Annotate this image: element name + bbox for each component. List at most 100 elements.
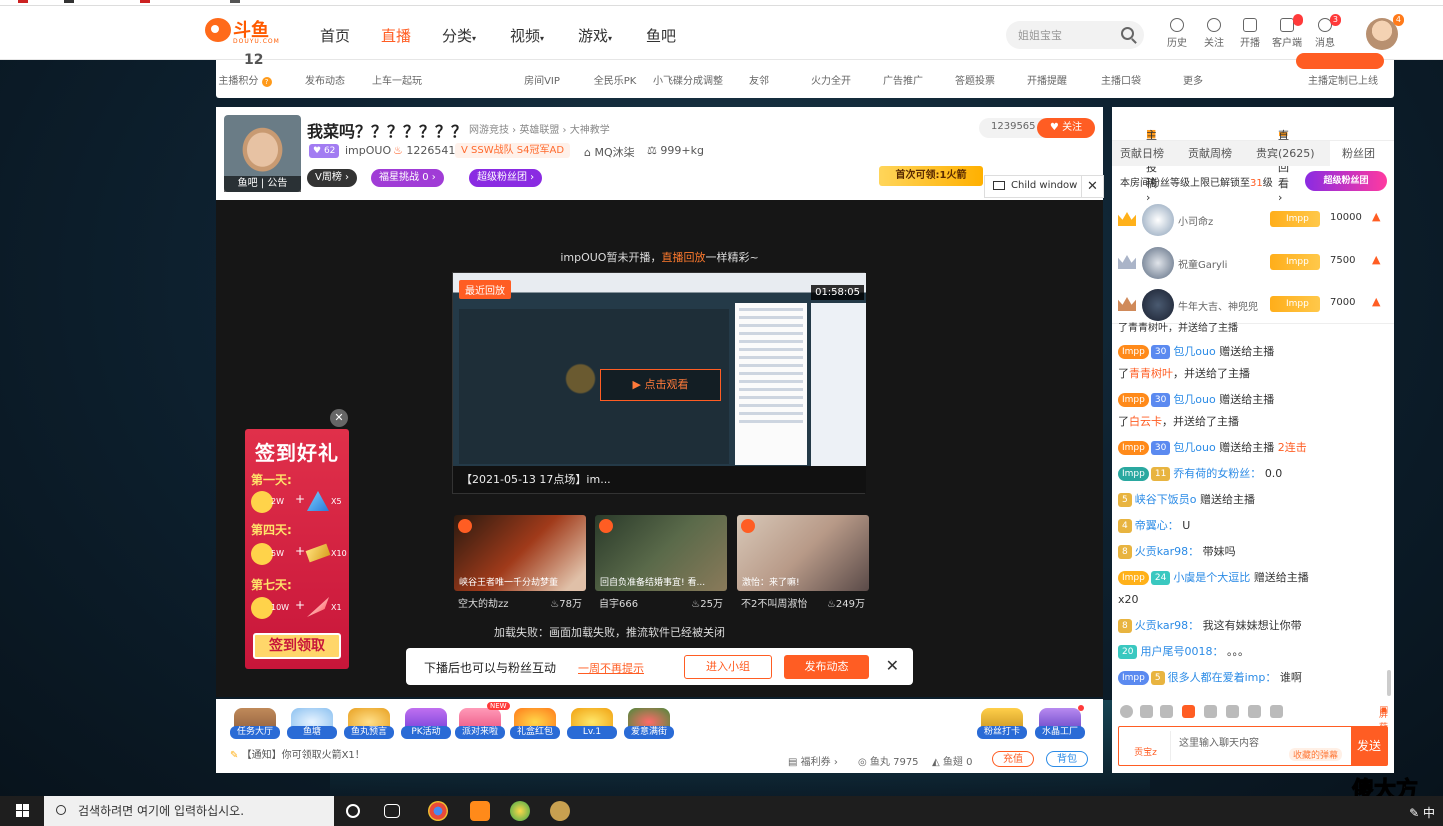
backpack-button[interactable]: 背包 — [1046, 751, 1088, 767]
child-window-bar[interactable]: Child window ✕ — [984, 175, 1104, 198]
dismiss-week-link[interactable]: 一周不再提示 — [578, 660, 644, 676]
weekly-rank-pill[interactable]: V周榜 › — [307, 169, 358, 187]
chat-username[interactable]: 包几ouo — [1173, 393, 1215, 406]
search-icon[interactable] — [1121, 27, 1134, 40]
user-avatar[interactable]: 4 — [1366, 14, 1404, 50]
chat-username[interactable]: 乔有荷的女粉丝： — [1173, 467, 1261, 480]
tab-daily-contribution[interactable]: 贡献日榜 — [1120, 145, 1164, 161]
level-button[interactable]: Lv.1 — [567, 708, 617, 739]
tool-more[interactable]: 更多 — [1158, 72, 1228, 87]
history-button[interactable]: 历史 — [1159, 18, 1195, 49]
taskbar-search[interactable]: 검색하려면 여기에 입력하십시오. — [44, 796, 334, 826]
first-gift-banner[interactable]: 首次可领:1火箭 — [879, 166, 983, 186]
tool-play-together[interactable]: 上车一起玩 — [362, 72, 432, 87]
chat-username[interactable]: 火贡kar98： — [1135, 545, 1199, 558]
tool-icon[interactable] — [1226, 705, 1239, 718]
start-broadcast-button[interactable]: 开播 — [1232, 18, 1268, 49]
task-view-icon[interactable] — [346, 804, 360, 818]
league-icon[interactable] — [550, 801, 570, 821]
party-button[interactable]: 派对来啦 NEW — [455, 702, 510, 739]
nav-category[interactable]: 分类▾ — [442, 25, 476, 46]
post-feed-button[interactable]: 发布动态 — [784, 655, 869, 679]
join-group-button[interactable]: 进入小组 — [684, 655, 772, 679]
tool-room-vip[interactable]: 房间VIP — [507, 72, 577, 87]
chat-input-box[interactable]: 贡宝z 这里输入聊天内容 收藏的弹幕 发送 — [1118, 726, 1388, 766]
tool-anchor-score[interactable]: 主播积分 ? — [210, 72, 280, 87]
tool-icon[interactable] — [1204, 705, 1217, 718]
nav-home[interactable]: 首页 — [320, 25, 350, 46]
tool-ufo-share[interactable]: 小飞碟分成调整 — [652, 72, 724, 87]
barrage-style-selector[interactable]: 贡宝z — [1121, 731, 1171, 761]
lucky-star-pill[interactable]: 福星挑战 0 › — [371, 169, 444, 187]
multitask-icon[interactable] — [384, 804, 400, 818]
mail-icon[interactable] — [1140, 705, 1153, 718]
chat-username[interactable]: 小虞是个大逗比 — [1173, 571, 1250, 584]
chat-username[interactable]: 包几ouo — [1173, 441, 1215, 454]
tool-quiz-vote[interactable]: 答题投票 — [940, 72, 1010, 87]
chrome-icon[interactable] — [428, 801, 448, 821]
tool-full-power[interactable]: 火力全开 — [796, 72, 866, 87]
chat-username[interactable]: 很多人都在爱着imp： — [1168, 671, 1277, 684]
recommended-stream-2[interactable]: 回自负准备结婚事宜! 看... 自宇666 ♨25万 — [595, 515, 727, 610]
send-button[interactable]: 发送 — [1351, 727, 1387, 765]
client-button[interactable]: 客户端 — [1269, 14, 1305, 49]
speaker-icon[interactable] — [1160, 705, 1173, 718]
tool-post-feed[interactable]: 发布动态 — [290, 72, 360, 87]
recommended-stream-3[interactable]: 激怡：来了嘛! 不2不叫周淑怡 ♨249万 — [737, 515, 869, 610]
yuwan-prophecy-button[interactable]: 鱼丸预言 — [344, 708, 394, 739]
douyu-app-icon[interactable] — [470, 801, 490, 821]
recharge-button[interactable]: 充值 — [992, 751, 1034, 767]
crown-icon[interactable] — [1182, 705, 1195, 718]
tool-icon[interactable] — [1248, 705, 1261, 718]
replay-card[interactable]: 最近回放 01:58:05 ▶ 点击观看 【2021-05-13 17点场】im… — [452, 272, 866, 494]
tool-icon[interactable] — [1270, 705, 1283, 718]
search-box[interactable]: 姐姐宝宝 — [1006, 21, 1144, 49]
chat-username[interactable]: 帝翼心： — [1135, 519, 1179, 532]
chat-username[interactable]: 用户尾号0018： — [1140, 645, 1223, 658]
nav-live[interactable]: 直播 — [381, 25, 411, 46]
ime-indicator[interactable]: ✎ 中 — [1409, 804, 1435, 821]
welfare-coupon[interactable]: ▤ 福利券 › — [788, 753, 838, 768]
saved-barrage-tag[interactable]: 收藏的弹幕 — [1289, 748, 1343, 761]
tool-ads[interactable]: 广告推广 — [868, 72, 938, 87]
fan-rank-row[interactable]: 祝童Garyli Impp 7500 ▲ — [1118, 243, 1390, 283]
fishbar-notice-bar[interactable]: 鱼吧 | 公告 — [224, 176, 301, 192]
love-street-button[interactable]: 爱意满街 — [624, 708, 674, 739]
fan-rank-row[interactable]: 小司命z Impp 10000 ▲ — [1118, 200, 1390, 240]
close-icon[interactable]: ✕ — [886, 656, 899, 675]
follow-nav-button[interactable]: 关注 — [1196, 18, 1232, 49]
recommended-stream-1[interactable]: 峡谷王者唯一千分劫梦董 空大的劫zz ♨78万 — [454, 515, 586, 610]
close-icon[interactable]: ✕ — [1081, 176, 1103, 197]
fish-pond-button[interactable]: 鱼塘 — [287, 708, 337, 739]
tool-live-reminder[interactable]: 开播提醒 — [1012, 72, 1082, 87]
messages-button[interactable]: 消息 3 — [1307, 14, 1343, 49]
chat-username[interactable]: 火贡kar98： — [1135, 619, 1199, 632]
app-icon[interactable] — [510, 801, 530, 821]
crystal-factory-button[interactable]: 水晶工厂 — [1035, 708, 1085, 739]
follow-button[interactable]: ♥ 关注 — [1037, 118, 1095, 138]
pk-activity-button[interactable]: PK活动 — [401, 708, 451, 739]
checkin-claim-button[interactable]: 签到领取 — [253, 633, 341, 659]
block-effects-toggle[interactable]: ▣ 屏蔽特效 — [1379, 705, 1388, 759]
pc-client-button[interactable] — [1296, 53, 1384, 69]
tool-pk[interactable]: 全民乐PK — [580, 72, 650, 87]
emoji-icon[interactable] — [1120, 705, 1133, 718]
superfan-pill[interactable]: 超级粉丝团 › — [469, 169, 543, 187]
anchor-custom-link[interactable]: 主播定制已上线 — [1298, 72, 1388, 87]
chat-scrollbar[interactable] — [1387, 670, 1391, 696]
close-icon[interactable]: ✕ — [330, 409, 348, 427]
room-category[interactable]: 网游竞技 › 英雄联盟 › 大神教学 — [469, 121, 610, 136]
nav-game[interactable]: 游戏▾ — [578, 25, 612, 46]
replay-link[interactable]: 直播回放 — [661, 251, 705, 264]
nav-fishbar[interactable]: 鱼吧 — [646, 25, 676, 46]
superfan-badge-button[interactable]: 超级粉丝团 — [1305, 171, 1387, 191]
chat-username[interactable]: 包几ouo — [1173, 345, 1215, 358]
tool-anchor-pocket[interactable]: 主播口袋 — [1086, 72, 1156, 87]
anchor-name[interactable]: impOUO — [345, 144, 391, 157]
tab-weekly-contribution[interactable]: 贡献周榜 — [1188, 145, 1232, 161]
tab-fan-club[interactable]: 粉丝团 — [1330, 141, 1394, 166]
tool-neighbors[interactable]: 友邻 — [724, 72, 794, 87]
tab-vip[interactable]: 贵宾(2625) — [1256, 145, 1315, 161]
douyu-logo[interactable]: 斗鱼 DOUYU.COM — [205, 14, 279, 48]
nav-video[interactable]: 视频▾ — [510, 25, 544, 46]
